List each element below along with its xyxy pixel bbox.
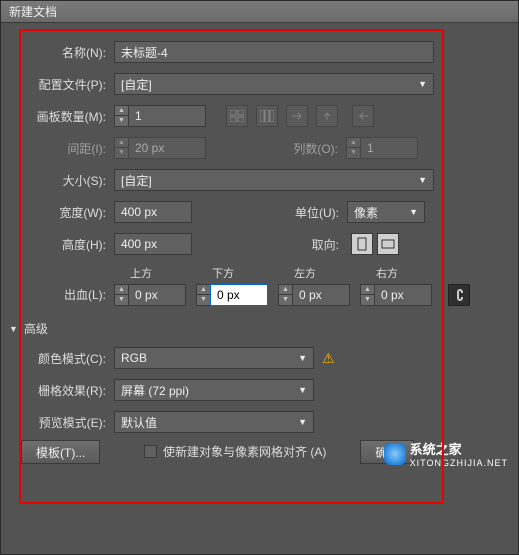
label-height: 高度(H):	[19, 236, 114, 253]
arrow-right-icon[interactable]	[286, 105, 308, 127]
size-select[interactable]: [自定] ▼	[114, 169, 434, 191]
unit-select[interactable]: 像素 ▼	[347, 201, 425, 223]
label-name: 名称(N):	[19, 44, 114, 61]
raster-value: 屏幕 (72 ppi)	[121, 382, 189, 399]
chevron-down-icon: ▼	[418, 175, 427, 185]
arrow-left-icon[interactable]	[352, 105, 374, 127]
bleed-left-label: 左方	[278, 265, 316, 281]
profile-value: [自定]	[121, 76, 152, 93]
label-raster: 栅格效果(R):	[19, 382, 114, 399]
warning-icon: ⚠	[322, 350, 335, 367]
columns-input	[360, 137, 418, 159]
landscape-button[interactable]	[377, 233, 399, 255]
columns-spinner: ▲▼	[346, 137, 418, 159]
spin-up-icon: ▲	[347, 138, 360, 148]
watermark-logo-icon	[384, 443, 406, 465]
label-orient: 取向:	[192, 236, 347, 253]
label-width: 宽度(W):	[19, 204, 114, 221]
bleed-top-spinner[interactable]: ▲▼	[114, 284, 186, 306]
watermark: 系统之家 XITONGZHIJIA.NET	[384, 439, 508, 468]
triangle-down-icon: ▼	[9, 324, 18, 334]
colormode-value: RGB	[121, 351, 147, 365]
bleed-bottom-input[interactable]	[210, 284, 268, 306]
bleed-right-spinner[interactable]: ▲▼	[360, 284, 432, 306]
label-profile: 配置文件(P):	[19, 76, 114, 93]
bleed-left-input[interactable]	[292, 284, 350, 306]
size-value: [自定]	[121, 172, 152, 189]
artboards-spinner[interactable]: ▲▼	[114, 105, 206, 127]
chevron-down-icon: ▼	[298, 417, 307, 427]
label-colormode: 颜色模式(C):	[19, 350, 114, 367]
colormode-select[interactable]: RGB ▼	[114, 347, 314, 369]
watermark-name: 系统之家	[410, 439, 508, 458]
label-preview: 预览模式(E):	[19, 414, 114, 431]
bleed-bottom-spinner[interactable]: ▲▼	[196, 284, 268, 306]
label-artboards: 画板数量(M):	[19, 108, 114, 125]
bleed-left-spinner[interactable]: ▲▼	[278, 284, 350, 306]
spin-up-icon[interactable]: ▲	[361, 285, 374, 295]
bleed-top-label: 上方	[114, 265, 152, 281]
profile-select[interactable]: [自定] ▼	[114, 73, 434, 95]
label-unit: 单位(U):	[192, 204, 347, 221]
unit-value: 像素	[354, 204, 378, 221]
width-input[interactable]	[114, 201, 192, 223]
chevron-down-icon: ▼	[418, 79, 427, 89]
bleed-bottom-label: 下方	[196, 265, 234, 281]
spin-down-icon[interactable]: ▼	[361, 295, 374, 305]
label-spacing: 间距(I):	[19, 140, 114, 157]
bleed-top-input[interactable]	[128, 284, 186, 306]
spin-up-icon[interactable]: ▲	[115, 106, 128, 116]
grid-row-icon[interactable]	[226, 105, 248, 127]
artboards-input[interactable]	[128, 105, 206, 127]
bleed-right-input[interactable]	[374, 284, 432, 306]
dialog-title: 新建文档	[1, 1, 518, 23]
spacing-spinner: ▲▼	[114, 137, 206, 159]
spin-up-icon[interactable]: ▲	[279, 285, 292, 295]
chevron-down-icon: ▼	[409, 207, 418, 217]
spin-up-icon: ▲	[115, 138, 128, 148]
chevron-down-icon: ▼	[298, 353, 307, 363]
preview-value: 默认值	[121, 414, 157, 431]
spin-down-icon[interactable]: ▼	[279, 295, 292, 305]
chevron-down-icon: ▼	[298, 385, 307, 395]
spin-up-icon[interactable]: ▲	[115, 285, 128, 295]
template-button[interactable]: 模板(T)...	[21, 440, 100, 464]
label-size: 大小(S):	[19, 172, 114, 189]
dialog-content: 名称(N): 配置文件(P): [自定] ▼ 画板数量(M): ▲▼	[1, 23, 518, 478]
label-bleed: 出血(L):	[19, 286, 114, 306]
spin-down-icon[interactable]: ▼	[197, 295, 210, 305]
arrow-up-icon[interactable]	[316, 105, 338, 127]
height-input[interactable]	[114, 233, 192, 255]
spin-down-icon[interactable]: ▼	[115, 116, 128, 126]
spin-down-icon: ▼	[347, 148, 360, 158]
link-bleed-button[interactable]	[448, 284, 470, 306]
spacing-input	[128, 137, 206, 159]
raster-select[interactable]: 屏幕 (72 ppi) ▼	[114, 379, 314, 401]
portrait-button[interactable]	[351, 233, 373, 255]
advanced-label: 高级	[24, 320, 48, 337]
bleed-right-label: 右方	[360, 265, 398, 281]
new-document-dialog: 新建文档 名称(N): 配置文件(P): [自定] ▼ 画板数量(M): ▲▼	[0, 0, 519, 555]
grid-col-icon[interactable]	[256, 105, 278, 127]
name-input[interactable]	[114, 41, 434, 63]
spin-up-icon[interactable]: ▲	[197, 285, 210, 295]
spin-down-icon: ▼	[115, 148, 128, 158]
spin-down-icon[interactable]: ▼	[115, 295, 128, 305]
watermark-url: XITONGZHIJIA.NET	[410, 458, 508, 468]
preview-select[interactable]: 默认值 ▼	[114, 411, 314, 433]
advanced-toggle[interactable]: ▼ 高级	[9, 320, 500, 337]
label-columns: 列数(O):	[206, 140, 346, 157]
